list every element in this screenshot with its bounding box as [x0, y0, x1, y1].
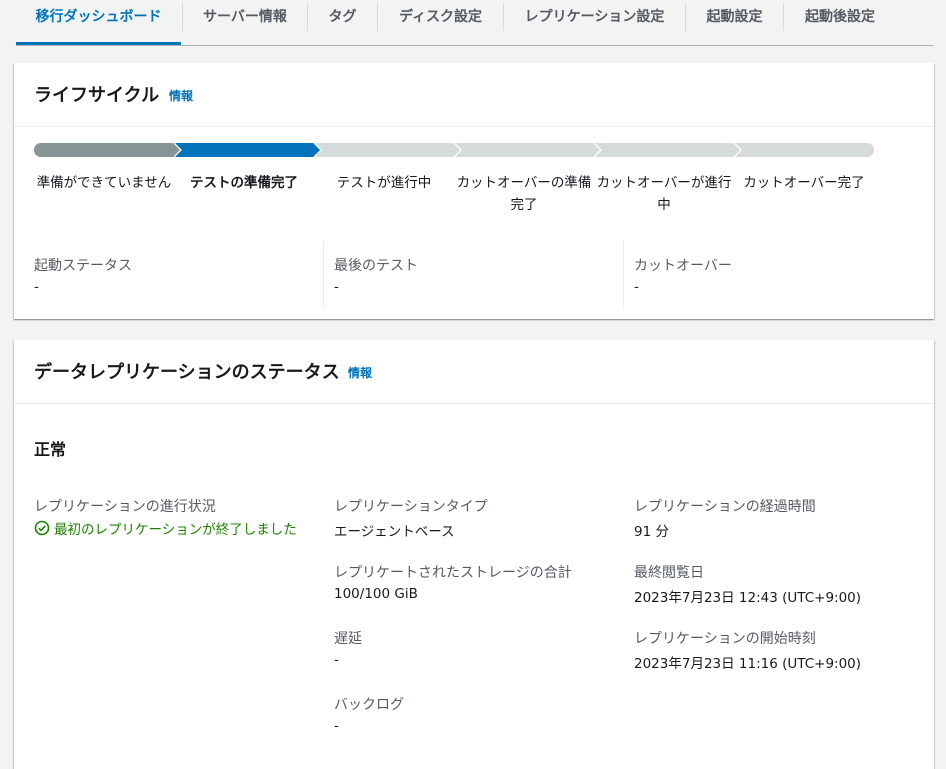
replication-progress-value: 最初のレプリケーションが終了しました — [54, 522, 297, 538]
last-test-value: - — [334, 279, 339, 295]
lag-label: 遅延 — [334, 631, 362, 647]
lifecycle-progress-bar — [34, 143, 874, 157]
tab-post-launch-settings[interactable]: 起動後設定 — [784, 0, 896, 45]
lifecycle-panel: ライフサイクル 情報 準備ができていません テストの準備完了 テストが進行中 カ… — [14, 63, 934, 319]
tab-bar: 移行ダッシュボード サーバー情報 タグ ディスク設定 レプリケーション設定 起動… — [16, 0, 934, 46]
stage-label-ready-for-cutover: カットオーバーの準備完了 — [456, 175, 592, 213]
stage-label-not-ready: 準備ができていません — [36, 175, 172, 191]
stage-label-cutover-in-progress: カットオーバーが進行中 — [596, 175, 732, 213]
tab-launch-settings[interactable]: 起動設定 — [686, 0, 783, 45]
field-divider — [323, 241, 324, 309]
last-seen-value: 2023年7月23日 12:43 (UTC+9:00) — [634, 590, 862, 606]
replication-start-label: レプリケーションの開始時刻 — [634, 631, 816, 647]
lifecycle-info-link[interactable]: 情報 — [169, 87, 193, 104]
lifecycle-header: ライフサイクル 情報 — [14, 63, 934, 127]
replication-header: データレプリケーションのステータス 情報 — [14, 340, 934, 404]
cutover-value: - — [634, 279, 639, 295]
replicated-storage-label: レプリケートされたストレージの合計 — [334, 565, 572, 581]
lifecycle-stage-segment — [314, 143, 461, 157]
cutover-label: カットオーバー — [634, 258, 732, 274]
replication-type-value: エージェントベース — [334, 524, 455, 540]
last-test-label: 最後のテスト — [334, 258, 418, 274]
backlog-label: バックログ — [334, 697, 404, 713]
launch-status-label: 起動ステータス — [34, 258, 132, 274]
stage-label-cutover-complete: カットオーバー完了 — [743, 175, 865, 191]
last-seen-label: 最終閲覧日 — [634, 565, 704, 581]
check-circle-icon — [34, 520, 50, 536]
replication-type-label: レプリケーションタイプ — [334, 499, 488, 515]
lifecycle-stage-segment — [454, 143, 601, 157]
replication-progress-status: 最初のレプリケーションが終了しました — [34, 518, 297, 538]
launch-status-value: - — [34, 279, 39, 295]
replication-health: 正常 — [34, 440, 67, 459]
lag-value: - — [334, 652, 339, 668]
tab-replication-settings[interactable]: レプリケーション設定 — [504, 0, 685, 45]
elapsed-time-value: 91 分 — [634, 524, 669, 540]
replication-start-value: 2023年7月23日 11:16 (UTC+9:00) — [634, 656, 862, 672]
tab-server-info[interactable]: サーバー情報 — [183, 0, 307, 45]
field-divider — [623, 241, 624, 309]
elapsed-time-label: レプリケーションの経過時間 — [634, 499, 816, 515]
replication-status-panel: データレプリケーションのステータス 情報 正常 レプリケーションの進行状況 最初… — [14, 340, 934, 769]
lifecycle-stage-segment — [34, 143, 181, 157]
replicated-storage-value: 100/100 GiB — [334, 586, 418, 602]
replication-progress-label: レプリケーションの進行状況 — [34, 499, 216, 515]
lifecycle-stage-segment — [734, 143, 874, 157]
replication-info-link[interactable]: 情報 — [348, 364, 372, 381]
stage-label-ready-for-test: テストの準備完了 — [190, 175, 298, 191]
tab-disk-settings[interactable]: ディスク設定 — [378, 0, 503, 45]
lifecycle-stage-segment — [174, 143, 321, 157]
tab-tags[interactable]: タグ — [308, 0, 377, 45]
lifecycle-stage-segment — [594, 143, 741, 157]
replication-title: データレプリケーションのステータス — [34, 362, 340, 383]
lifecycle-title: ライフサイクル — [34, 85, 160, 106]
stage-label-test-in-progress: テストが進行中 — [336, 175, 432, 191]
tab-migration-dashboard[interactable]: 移行ダッシュボード — [16, 0, 181, 45]
backlog-value: - — [334, 718, 339, 734]
